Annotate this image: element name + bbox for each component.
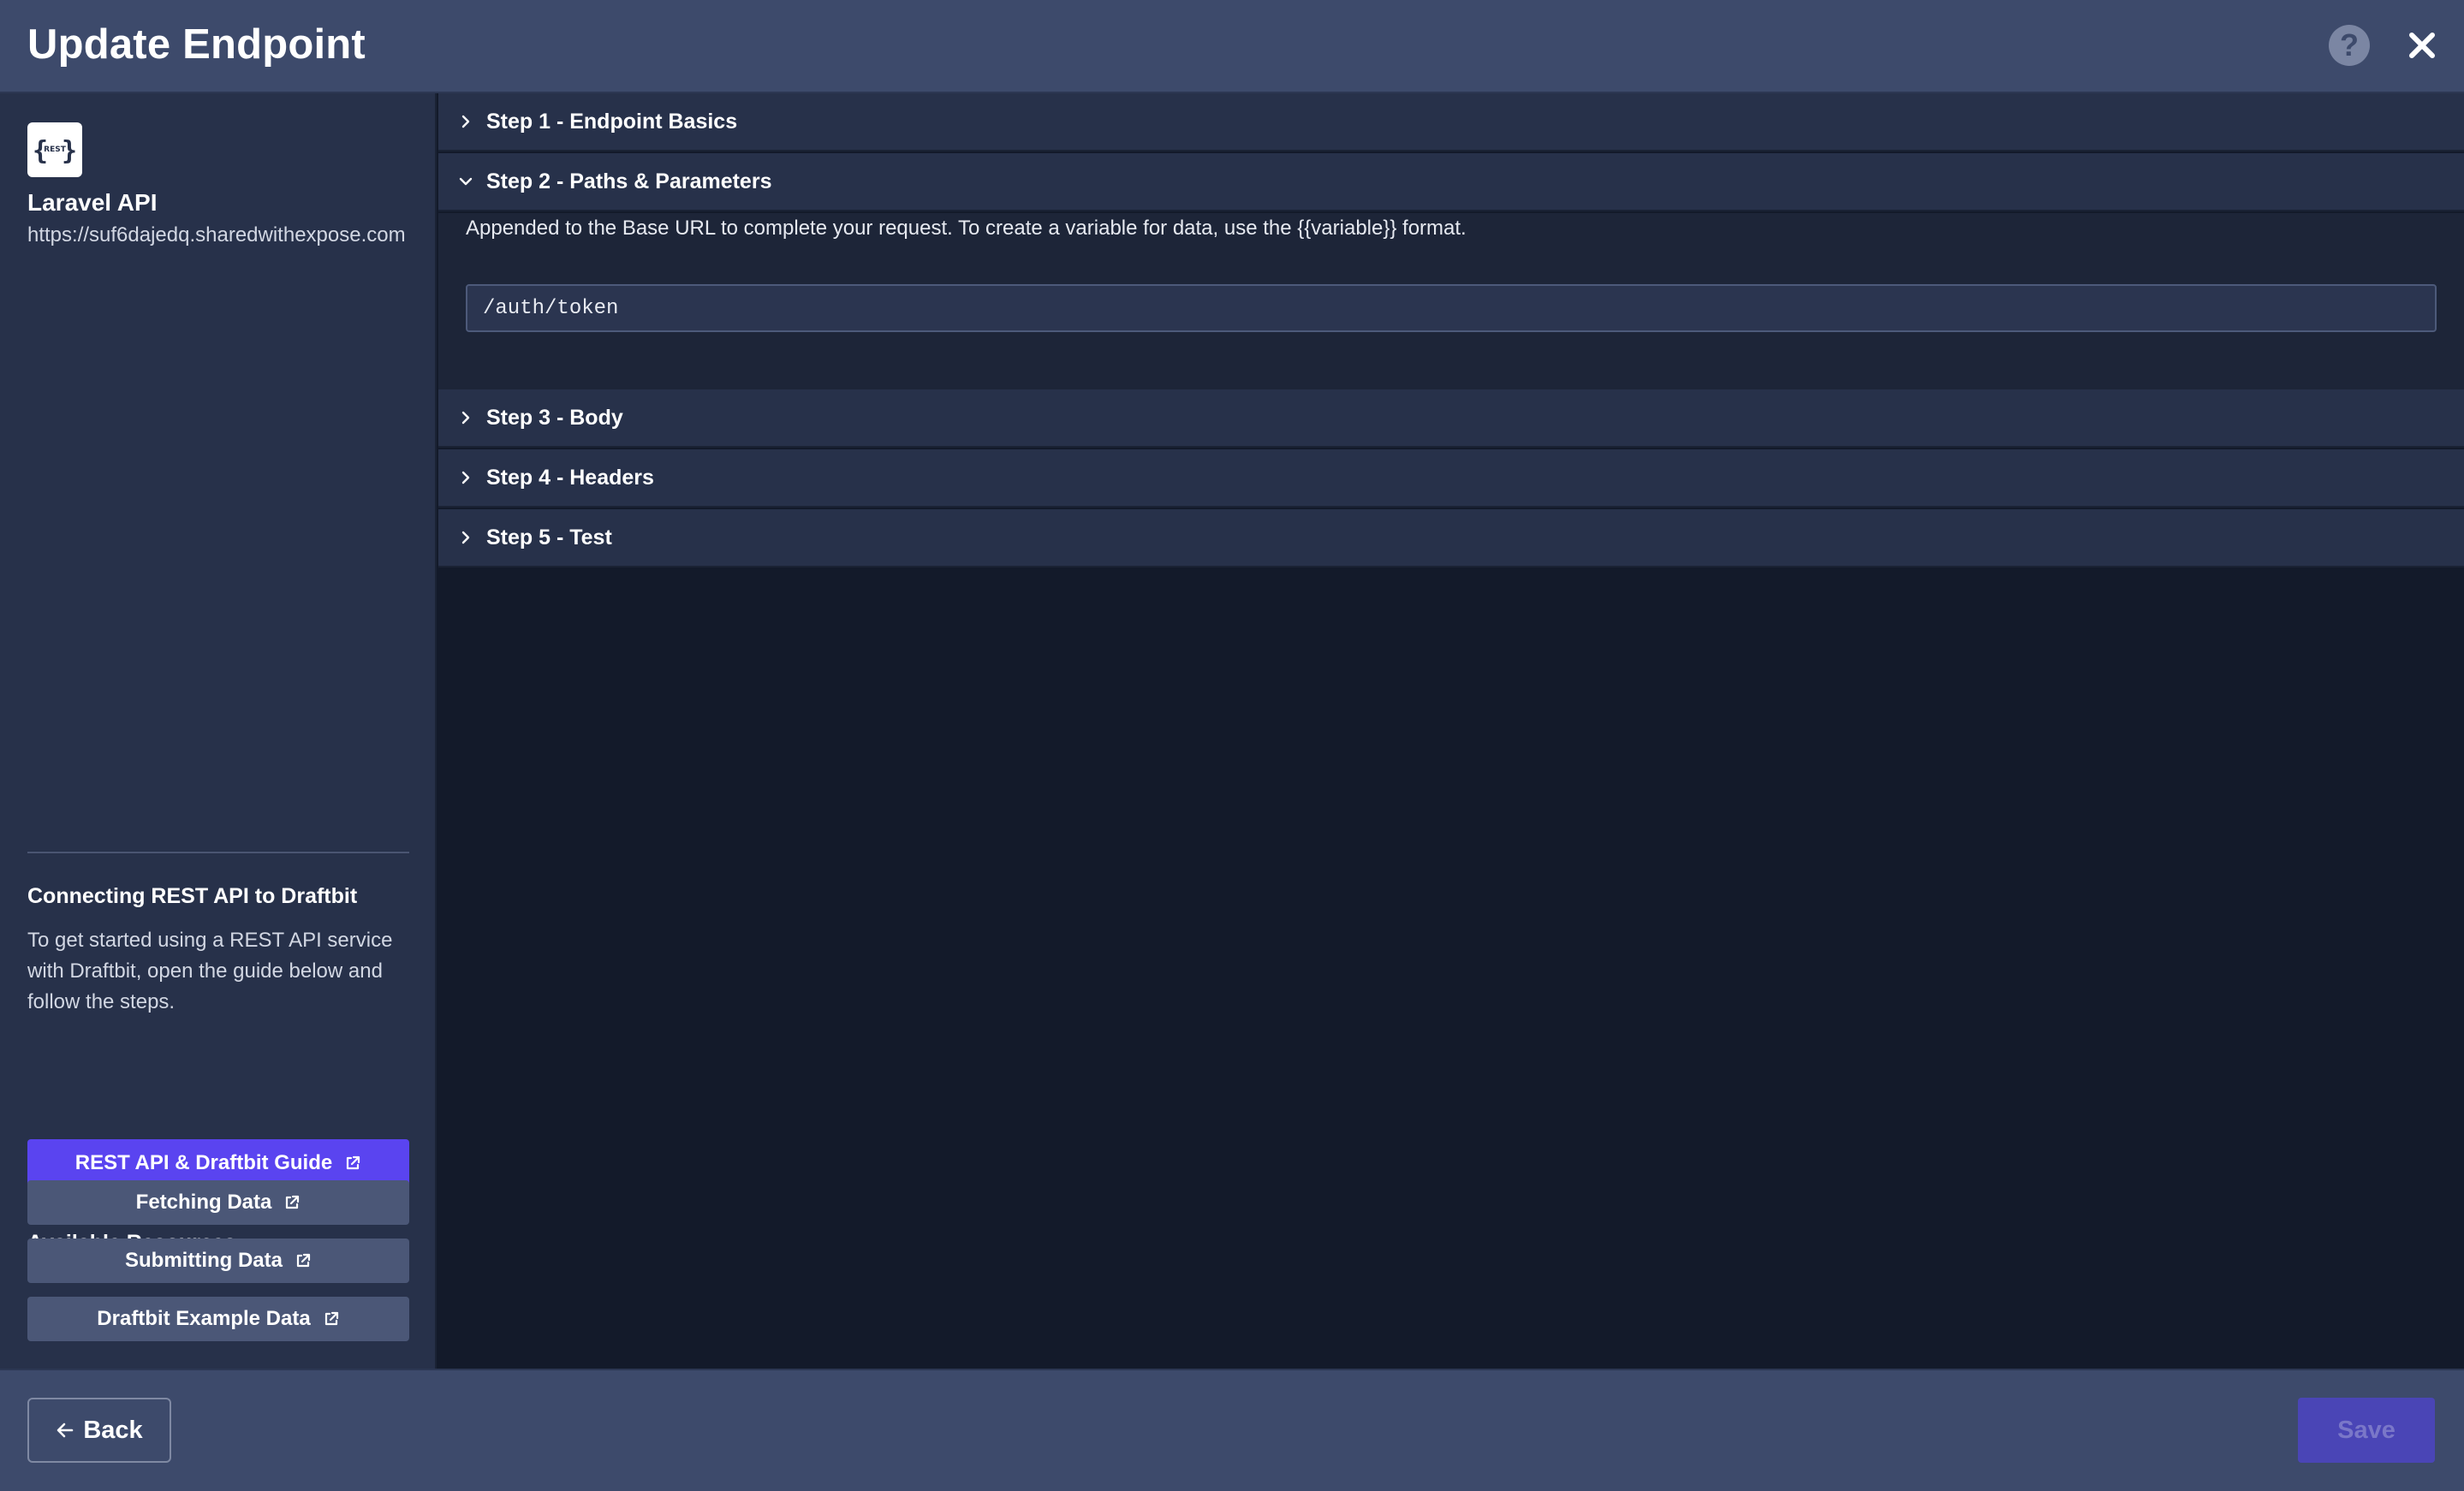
chevron-right-icon <box>461 115 470 128</box>
modal-header: Update Endpoint ? <box>0 0 2464 93</box>
external-link-icon <box>286 1195 300 1209</box>
step-label: Step 3 - Body <box>486 405 623 430</box>
path-description: Appended to the Base URL to complete you… <box>466 217 1467 240</box>
step-label: Step 1 - Endpoint Basics <box>486 109 738 134</box>
chevron-right-icon <box>461 531 470 544</box>
modal-footer: Back Save <box>0 1369 2464 1491</box>
step-label: Step 5 - Test <box>486 525 612 549</box>
external-link-icon <box>324 1311 338 1326</box>
step-3-header[interactable]: Step 3 - Body <box>438 389 2464 448</box>
arrow-left-icon <box>57 1423 74 1438</box>
back-button-label: Back <box>83 1416 143 1444</box>
resource-label: Fetching Data <box>135 1191 272 1214</box>
external-link-icon <box>296 1253 311 1268</box>
question-circle-icon[interactable]: ? <box>2329 25 2370 66</box>
steps-accordion: Step 1 - Endpoint Basics Step 2 - Paths … <box>438 93 2464 1369</box>
api-url: https://suf6dajedq.sharedwithexpose.com <box>27 223 406 247</box>
guide-button-label: REST API & Draftbit Guide <box>74 1151 333 1174</box>
path-input[interactable] <box>466 284 2437 332</box>
step-label: Step 2 - Paths & Parameters <box>486 169 772 193</box>
chevron-right-icon <box>461 411 470 425</box>
step-5-header[interactable]: Step 5 - Test <box>438 509 2464 567</box>
save-button-label: Save <box>2337 1416 2396 1444</box>
resource-example-data-button[interactable]: Draftbit Example Data <box>27 1297 409 1341</box>
chevron-right-icon <box>461 471 470 484</box>
guide-text: To get started using a REST API service … <box>27 929 393 1013</box>
save-button[interactable]: Save <box>2298 1398 2435 1463</box>
chevron-down-icon <box>459 177 473 186</box>
step-2-header[interactable]: Step 2 - Paths & Parameters <box>438 153 2464 211</box>
back-button[interactable]: Back <box>27 1398 171 1463</box>
sidebar-divider <box>27 852 409 853</box>
resource-label: Draftbit Example Data <box>97 1307 311 1330</box>
rest-logo-text: REST <box>44 146 66 154</box>
step-4-header[interactable]: Step 4 - Headers <box>438 449 2464 508</box>
external-link-icon <box>347 1155 360 1170</box>
page-title: Update Endpoint <box>27 21 366 68</box>
rest-logo-icon: { } REST <box>27 122 82 177</box>
resource-label: Submitting Data <box>125 1249 283 1272</box>
guide-title: Connecting REST API to Draftbit <box>27 884 358 908</box>
step-1-header[interactable]: Step 1 - Endpoint Basics <box>438 93 2464 151</box>
close-icon[interactable] <box>2404 27 2440 63</box>
api-name: Laravel API <box>27 189 158 216</box>
sidebar: { } REST Laravel API https://suf6dajedq.… <box>0 93 437 1369</box>
resource-submitting-data-button[interactable]: Submitting Data <box>27 1239 409 1283</box>
step-label: Step 4 - Headers <box>486 465 654 490</box>
resource-fetching-data-button[interactable]: Fetching Data <box>27 1180 409 1225</box>
